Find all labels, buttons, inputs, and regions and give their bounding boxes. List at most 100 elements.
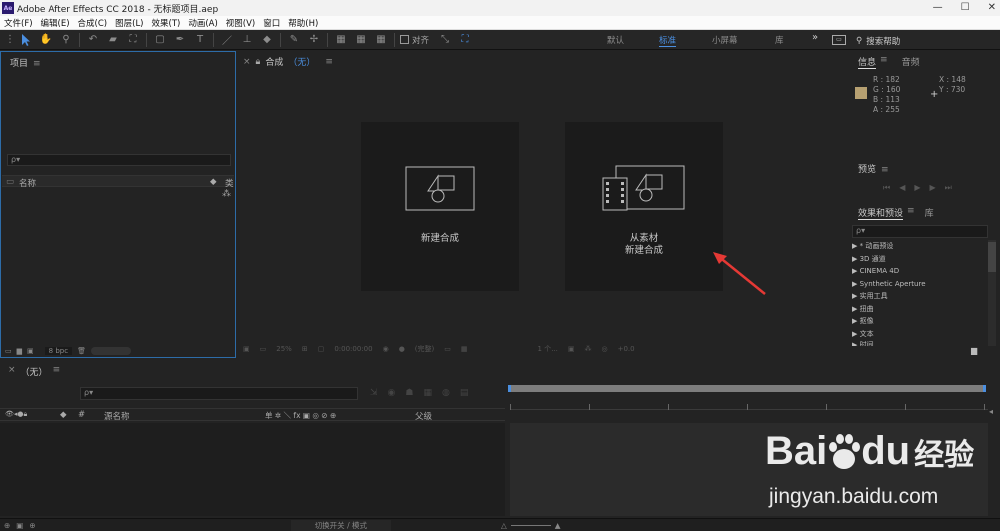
transfer-controls-icon[interactable]: ▣: [16, 521, 23, 530]
always-preview-icon[interactable]: ▣: [243, 345, 250, 353]
effects-scrollbar[interactable]: [988, 240, 996, 346]
layer-number-column[interactable]: #: [78, 410, 85, 420]
trash-icon[interactable]: 🗑: [77, 347, 86, 355]
panel-menu-icon[interactable]: ≡: [33, 59, 41, 69]
eraser-tool-icon[interactable]: ◆: [259, 32, 275, 48]
selection-tool-icon[interactable]: [18, 32, 34, 48]
flowchart-icon[interactable]: ⁂: [585, 345, 592, 353]
audio-tab[interactable]: 音频: [902, 55, 920, 69]
panel-menu-icon[interactable]: ≡: [881, 165, 889, 175]
project-tab[interactable]: 项目 ≡: [10, 56, 41, 69]
preview-tab[interactable]: 预览 ≡: [858, 162, 889, 175]
transparency-icon[interactable]: ▦: [461, 345, 468, 353]
parent-column[interactable]: 父级: [415, 410, 432, 422]
region-icon[interactable]: ▭: [444, 345, 451, 353]
flowchart-icon[interactable]: ⁂: [222, 189, 231, 199]
puppet-pin-tool-icon[interactable]: ✢: [306, 32, 322, 48]
effects-tab[interactable]: 效果和预设: [858, 206, 904, 220]
close-button[interactable]: ✕: [988, 0, 996, 16]
clone-stamp-tool-icon[interactable]: ⊥: [239, 32, 255, 48]
draft-3d-icon[interactable]: ◉: [388, 388, 396, 398]
world-axis-icon[interactable]: ▦: [353, 32, 369, 48]
list-item[interactable]: ▶ CINEMA 4D: [849, 265, 987, 278]
new-folder-icon[interactable]: ▆: [17, 347, 22, 355]
previous-frame-icon[interactable]: ◀︎: [899, 183, 905, 193]
snapping-toggle[interactable]: 对齐: [400, 34, 429, 46]
composition-tab[interactable]: × 🔒︎ 合成 （无） ≡: [243, 55, 333, 69]
local-axis-icon[interactable]: ▦: [333, 32, 349, 48]
play-icon[interactable]: ▶︎: [914, 183, 920, 193]
minimize-button[interactable]: —: [933, 0, 943, 16]
list-item[interactable]: ▶ 文本: [849, 328, 987, 341]
list-item[interactable]: ▶ 抠像: [849, 315, 987, 328]
zoom-slider[interactable]: [510, 524, 551, 526]
panel-menu-icon[interactable]: ≡: [880, 55, 888, 69]
rotate-tool-icon[interactable]: ↶: [85, 32, 101, 48]
view-axis-icon[interactable]: ▦: [373, 32, 389, 48]
exposure-icon[interactable]: ◎: [602, 345, 608, 353]
camera-tool-icon[interactable]: ▰: [105, 32, 121, 48]
workspace-standard[interactable]: 标准: [659, 34, 677, 47]
workspace-default[interactable]: 默认: [607, 34, 624, 46]
graph-editor-icon[interactable]: ▤: [460, 388, 469, 398]
pan-behind-tool-icon[interactable]: ⛶: [125, 32, 141, 48]
pen-tool-icon[interactable]: ✒: [172, 32, 188, 48]
effects-search-input[interactable]: ρ▾: [852, 225, 988, 238]
label-icon[interactable]: ◆: [60, 410, 67, 420]
menu-window[interactable]: 窗口: [259, 17, 284, 29]
list-item[interactable]: ▶ 扭曲: [849, 303, 987, 316]
views-dropdown[interactable]: 1 个...: [538, 344, 558, 354]
menu-effect[interactable]: 效果(T): [148, 17, 185, 29]
search-help-field[interactable]: ⚲ 搜索帮助: [856, 34, 996, 47]
menu-file[interactable]: 文件(F): [0, 17, 37, 29]
close-tab-icon[interactable]: ×: [243, 57, 251, 67]
zoom-tool-icon[interactable]: ⚲: [58, 32, 74, 48]
workspace-library[interactable]: 库: [775, 34, 784, 46]
in-out-icon[interactable]: ⊕: [29, 521, 35, 530]
rectangle-tool-icon[interactable]: ▢: [152, 32, 168, 48]
work-area-bar[interactable]: [508, 385, 986, 392]
project-search-input[interactable]: ρ▾: [7, 154, 231, 166]
menu-layer[interactable]: 图层(L): [111, 17, 147, 29]
library-tab[interactable]: 库: [925, 206, 934, 220]
list-item[interactable]: ▶ * 动画预设: [849, 240, 987, 253]
time-ruler[interactable]: [510, 404, 988, 410]
grid-icon[interactable]: ⊞: [302, 345, 308, 353]
snap-options-icon[interactable]: ⤡: [437, 32, 453, 48]
workspace-small-screen[interactable]: 小屏幕: [712, 34, 738, 46]
motion-blur-icon[interactable]: ◍: [442, 388, 450, 398]
switches-column[interactable]: 单 ✲ ＼ fx ▣ ◎ ⊘ ⊕: [265, 410, 336, 421]
display-icon[interactable]: ▭: [260, 345, 267, 353]
shy-icon[interactable]: ☗: [405, 388, 413, 398]
toolbar-grip[interactable]: ⋮: [5, 32, 15, 48]
first-frame-icon[interactable]: ⏮: [883, 183, 890, 193]
search-help-icon[interactable]: ▭: [832, 35, 846, 45]
panel-menu-icon[interactable]: ≡: [325, 57, 333, 67]
timeline-search-input[interactable]: ρ▾: [80, 387, 358, 400]
mask-icon[interactable]: ▢: [318, 345, 325, 353]
av-features-icons[interactable]: 👁◂●🔒︎: [5, 410, 27, 419]
menu-edit[interactable]: 编辑(E): [37, 17, 74, 29]
panel-menu-icon[interactable]: ≡: [53, 365, 61, 378]
toggle-switches-modes-button[interactable]: 切换开关 / 模式: [290, 519, 391, 531]
bpc-button[interactable]: 8 bpc: [44, 346, 73, 355]
roto-brush-tool-icon[interactable]: ✎: [286, 32, 302, 48]
close-tab-icon[interactable]: ×: [8, 365, 16, 378]
list-item[interactable]: ▶ Synthetic Aperture: [849, 278, 987, 291]
zoom-out-icon[interactable]: △: [501, 521, 507, 530]
color-channel-icon[interactable]: ●: [399, 345, 405, 353]
comp-flowchart-icon[interactable]: ⇲: [370, 388, 378, 398]
panel-menu-icon[interactable]: ≡: [907, 206, 915, 220]
list-item[interactable]: ▶ 时间: [849, 340, 987, 346]
layer-switches-icon[interactable]: ⊕: [4, 521, 10, 530]
type-tool-icon[interactable]: T: [192, 32, 208, 48]
new-composition-button[interactable]: 新建合成: [361, 122, 519, 291]
list-item[interactable]: ▶ 实用工具: [849, 290, 987, 303]
3d-renderer-icon[interactable]: ▣: [568, 345, 575, 353]
name-column[interactable]: 名称: [19, 177, 36, 189]
hand-tool-icon[interactable]: ✋: [38, 32, 54, 48]
timeline-tab[interactable]: × （无） ≡: [8, 365, 60, 378]
menu-view[interactable]: 视图(V): [222, 17, 259, 29]
project-scrollbar[interactable]: [90, 346, 131, 355]
new-comp-from-footage-button[interactable]: 从素材 新建合成: [565, 122, 723, 291]
